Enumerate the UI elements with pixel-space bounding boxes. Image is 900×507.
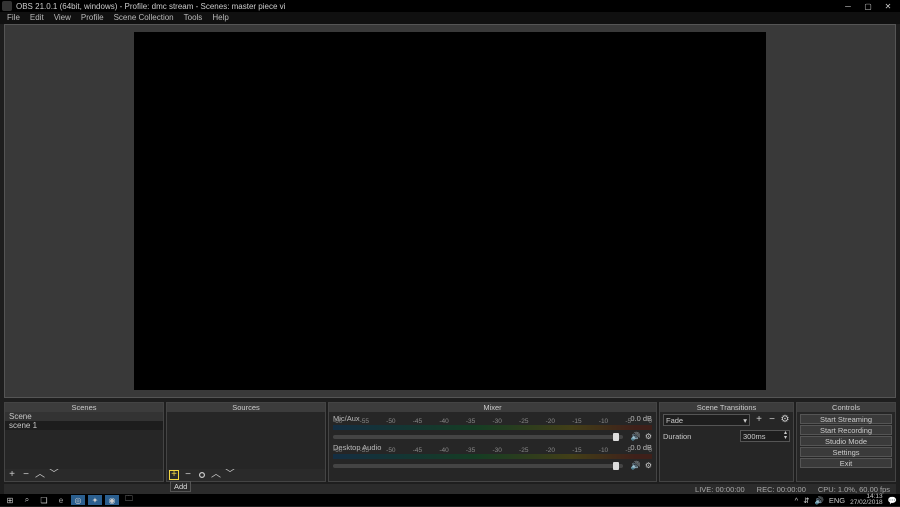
preview-canvas[interactable] [134,32,766,389]
mixer-channel: Mic/Aux 0.0 dB -60-55-50-45-40-35-30-25-… [329,412,656,441]
sources-move-down-button[interactable]: ﹀ [225,470,235,480]
bottom-panels: Scenes Scene scene 1 + − ︿ ﹀ Sources + −… [4,402,896,482]
transitions-panel: Scene Transitions Fade ▾ + − ⚙ Duration … [659,402,794,482]
gear-icon[interactable]: ⚙ [645,461,652,470]
mixer-panel: Mixer Mic/Aux 0.0 dB -60-55-50-45-40-35-… [328,402,657,482]
app-icon [2,1,12,11]
search-icon[interactable]: ⌕ [20,495,34,505]
transition-mode-select[interactable]: Fade ▾ [663,414,750,426]
edge-icon[interactable]: e [54,495,68,505]
spinner-icon: ▴▾ [784,431,787,441]
window-titlebar: OBS 21.0.1 (64bit, windows) - Profile: d… [0,0,900,12]
tray-chevron-icon[interactable]: ^ [795,496,799,505]
menu-tools[interactable]: Tools [179,12,208,24]
taskbar-app-generic[interactable]: ✦ [88,495,102,505]
window-title: OBS 21.0.1 (64bit, windows) - Profile: d… [16,2,838,11]
menu-profile[interactable]: Profile [76,12,109,24]
tray-notifications-icon[interactable]: 💬 [888,496,897,505]
studio-mode-button[interactable]: Studio Mode [800,436,892,446]
mixer-channel: Desktop Audio 0.0 dB -60-55-50-45-40-35-… [329,441,656,470]
transition-add-button[interactable]: + [754,415,764,425]
scenes-move-down-button[interactable]: ﹀ [49,470,59,480]
menu-edit[interactable]: Edit [25,12,49,24]
sources-move-up-button[interactable]: ︿ [211,470,221,480]
window-close-button[interactable]: ✕ [878,0,898,12]
add-tooltip: Add [170,481,191,492]
window-minimize-button[interactable]: ─ [838,0,858,12]
transition-duration-label: Duration [663,432,691,441]
scenes-header: Scenes [5,403,163,412]
mixer-volume-slider[interactable] [333,464,623,468]
tray-language[interactable]: ENG [829,496,845,505]
window-maximize-button[interactable]: ▢ [858,0,878,12]
sources-remove-button[interactable]: − [183,470,193,480]
tray-date: 27/02/2018 [850,500,883,506]
windows-taskbar: ⊞ ⌕ ❏ e ◎ ✦ ◉ 🗀 ^ ⇵ 🔊 ENG 14:13 27/02/20… [0,494,900,506]
menu-file[interactable]: File [2,12,25,24]
transition-remove-button[interactable]: − [767,415,777,425]
taskbar-app-obs[interactable]: ◉ [105,495,119,505]
sources-header: Sources [167,403,325,412]
chevron-down-icon: ▾ [743,416,747,425]
menu-view[interactable]: View [49,12,76,24]
settings-button[interactable]: Settings [800,447,892,457]
task-view-icon[interactable]: ❏ [37,495,51,505]
transitions-header: Scene Transitions [660,403,793,412]
mixer-volume-slider[interactable] [333,435,623,439]
mixer-meter: -60-55-50-45-40-35-30-25-20-15-10-50 [333,454,652,459]
transition-duration-value: 300ms [743,432,766,441]
status-rec: REC: 00:00:00 [757,485,806,494]
sources-panel: Sources + − ︿ ﹀ [166,402,326,482]
transition-mode-value: Fade [666,416,683,425]
mute-icon[interactable]: 🔊 [631,461,641,470]
sources-add-button[interactable]: + [169,470,179,480]
scenes-move-up-button[interactable]: ︿ [35,470,45,480]
menu-help[interactable]: Help [207,12,233,24]
menu-bar: File Edit View Profile Scene Collection … [0,12,900,24]
mixer-meter: -60-55-50-45-40-35-30-25-20-15-10-50 [333,425,652,430]
scenes-remove-button[interactable]: − [21,470,31,480]
tray-clock[interactable]: 14:13 27/02/2018 [850,494,883,506]
controls-panel: Controls Start Streaming Start Recording… [796,402,896,482]
transition-duration-input[interactable]: 300ms ▴▾ [740,430,790,442]
status-live: LIVE: 00:00:00 [695,485,745,494]
scene-item[interactable]: scene 1 [5,421,163,430]
scenes-panel: Scenes Scene scene 1 + − ︿ ﹀ [4,402,164,482]
mute-icon[interactable]: 🔊 [631,432,641,441]
start-recording-button[interactable]: Start Recording [800,425,892,435]
tray-network-icon[interactable]: ⇵ [803,496,809,505]
taskbar-app-steam[interactable]: ◎ [71,495,85,505]
start-streaming-button[interactable]: Start Streaming [800,414,892,424]
gear-icon[interactable]: ⚙ [645,432,652,441]
transition-settings-button[interactable]: ⚙ [780,415,790,425]
status-bar: LIVE: 00:00:00 REC: 00:00:00 CPU: 1.0%, … [4,484,896,494]
tray-volume-icon[interactable]: 🔊 [815,496,824,505]
menu-scene-collection[interactable]: Scene Collection [109,12,179,24]
scenes-add-button[interactable]: + [7,470,17,480]
preview-area [4,24,896,398]
scenes-column-header: Scene [5,412,163,421]
controls-header: Controls [797,403,895,412]
sources-properties-button[interactable] [197,470,207,480]
exit-button[interactable]: Exit [800,458,892,468]
start-menu-icon[interactable]: ⊞ [3,495,17,505]
mixer-header: Mixer [329,403,656,412]
taskbar-app-explorer[interactable]: 🗀 [122,495,136,505]
